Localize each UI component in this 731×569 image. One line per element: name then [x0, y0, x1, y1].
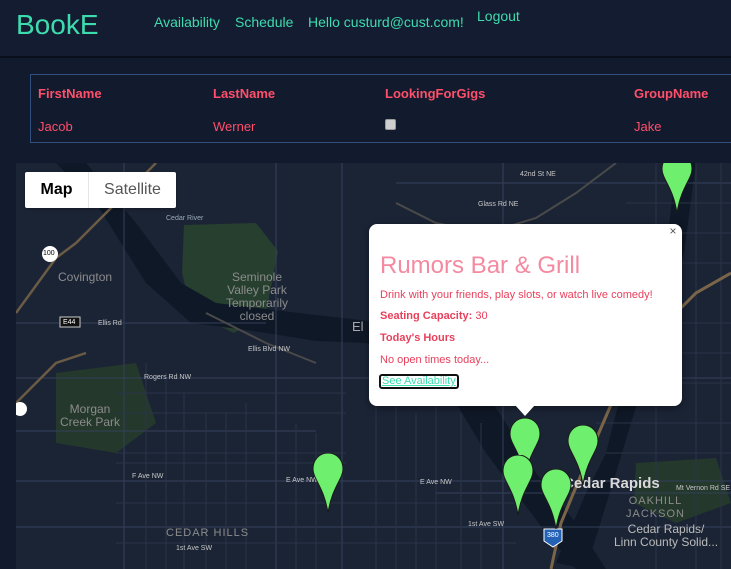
cell-groupname: Jake	[634, 119, 662, 134]
nav-availability[interactable]: Availability	[154, 14, 220, 30]
cell-lastname: Werner	[213, 119, 256, 134]
map-pin-icon	[540, 469, 572, 529]
label-1st-ave-sw: 1st Ave SW	[176, 545, 213, 552]
venue-description: Drink with your friends, play slots, or …	[380, 289, 653, 301]
nav-logout[interactable]: Logout	[477, 8, 520, 24]
label-i380-shield: 380	[547, 532, 559, 539]
marker-downtown-3[interactable]	[540, 469, 572, 529]
close-icon[interactable]: ×	[666, 224, 680, 238]
venue-title: Rumors Bar & Grill	[380, 252, 581, 279]
label-cedar-river: Cedar River	[166, 215, 204, 222]
map-type-map-button[interactable]: Map	[25, 172, 88, 208]
nav-schedule[interactable]: Schedule	[235, 14, 293, 30]
column-header-lastname: LastName	[213, 86, 276, 101]
top-navbar: BookE Availability Schedule Hello custur…	[0, 0, 731, 56]
label-e-ave-east: E Ave NW	[420, 479, 452, 486]
hours-heading: Today's Hours	[380, 332, 456, 344]
map-canvas[interactable]: Covington Seminole Valley Park Temporari…	[16, 163, 731, 569]
see-availability-link[interactable]: See Availability	[379, 374, 459, 389]
column-header-lookingforgigs: LookingForGigs	[385, 86, 486, 101]
label-ellis-blvd: Ellis Blvd NW	[248, 346, 291, 353]
label-42nd-st: 42nd St NE	[520, 171, 556, 178]
label-e44-shield: E44	[63, 319, 76, 326]
header-divider	[0, 56, 731, 58]
label-1st-ave-sw-east: 1st Ave SW	[468, 521, 505, 528]
capacity-label: Seating Capacity:	[380, 310, 473, 322]
label-morgan-creek: Morgan Creek Park	[60, 402, 121, 429]
column-header-groupname: GroupName	[634, 86, 709, 101]
open-times-text: No open times today...	[380, 354, 490, 366]
label-ellis-rd: Ellis Rd	[98, 320, 122, 327]
label-route-100-shield: 100	[43, 250, 55, 257]
info-window-pointer	[515, 405, 535, 416]
brand-logo[interactable]: BookE	[16, 9, 99, 41]
label-county-facility: Cedar Rapids/ Linn County Solid...	[614, 522, 719, 549]
map-type-control: Map Satellite	[25, 172, 176, 208]
label-seminole-park: Seminole Valley Park Temporarily closed	[226, 270, 289, 323]
marker-downtown-2[interactable]	[502, 455, 534, 515]
profile-table: FirstName LastName LookingForGigs GroupN…	[30, 74, 731, 143]
label-f-ave: F Ave NW	[132, 473, 164, 480]
marker-north-east[interactable]	[661, 163, 693, 213]
user-greeting: Hello custurd@cust.com!	[308, 14, 464, 30]
map-type-satellite-button[interactable]: Satellite	[88, 172, 176, 208]
map-pin-icon	[502, 455, 534, 515]
looking-for-gigs-checkbox	[385, 119, 396, 130]
label-covington: Covington	[58, 270, 113, 284]
label-rogers-rd: Rogers Rd NW	[144, 374, 192, 381]
map-pin-icon	[661, 163, 693, 213]
label-oakhill-jackson: OAKHILL JACKSON	[626, 495, 685, 520]
marker-west[interactable]	[312, 453, 344, 513]
label-cedar-hills: CEDAR HILLS	[166, 527, 250, 539]
venue-capacity: Seating Capacity: 30	[380, 310, 488, 322]
label-glass-rd: Glass Rd NE	[478, 201, 519, 208]
venue-info-window: × Rumors Bar & Grill Drink with your fri…	[369, 224, 682, 416]
capacity-value: 30	[475, 310, 488, 322]
column-header-firstname: FirstName	[38, 86, 102, 101]
map-pin-icon	[312, 453, 344, 513]
label-mt-vernon: Mt Vernon Rd SE	[676, 485, 731, 492]
label-el: El	[352, 319, 364, 334]
cell-firstname: Jacob	[38, 119, 73, 134]
